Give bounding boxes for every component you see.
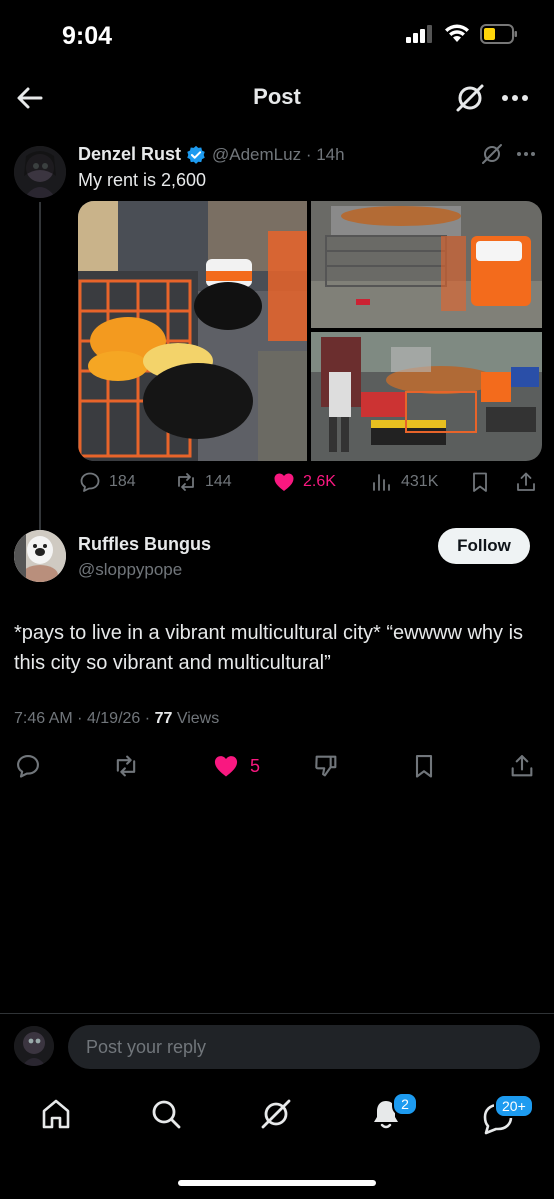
- media-image-3[interactable]: [311, 332, 542, 461]
- battery-icon: [480, 24, 517, 44]
- home-indicator: [178, 1180, 376, 1186]
- parent-grok-icon[interactable]: [480, 142, 504, 166]
- reply-icon: [80, 472, 100, 492]
- heart-filled-icon: [214, 756, 238, 777]
- heart-filled-icon: [274, 473, 294, 491]
- parent-reply-button[interactable]: 184: [78, 470, 136, 494]
- media-grid: [78, 201, 542, 461]
- reply-input[interactable]: [68, 1025, 540, 1069]
- post-time: 7:46 AM: [14, 710, 73, 727]
- parent-handle-text: @AdemLuz: [212, 145, 302, 164]
- main-author-name[interactable]: Ruffles Bungus: [78, 534, 211, 555]
- share-icon: [511, 755, 533, 777]
- post-metadata: 7:46 AM · 4/19/26 · 77 Views: [14, 710, 219, 728]
- parent-timestamp: 14h: [316, 145, 345, 164]
- home-icon[interactable]: [38, 1096, 74, 1132]
- parent-post[interactable]: Denzel Rust @AdemLuz · 14h My rent is 2,…: [0, 140, 554, 564]
- main-author-avatar[interactable]: [14, 530, 66, 582]
- media-image-2[interactable]: [311, 201, 542, 328]
- current-user-avatar: [14, 1026, 54, 1066]
- repost-button[interactable]: [112, 752, 140, 780]
- bookmark-icon: [473, 472, 487, 492]
- grok-icon[interactable]: [258, 1096, 294, 1132]
- reply-divider: [0, 1013, 554, 1014]
- parent-post-text: My rent is 2,600: [78, 170, 207, 190]
- wifi-icon: [445, 24, 469, 42]
- bookmark-icon: [415, 755, 433, 778]
- main-action-bar: 5: [0, 752, 554, 786]
- parent-action-bar: 184 144 2.6K 431K: [78, 470, 544, 498]
- main-post-text: *pays to live in a vibrant multicultural…: [14, 622, 524, 674]
- avatar-image: [14, 146, 66, 198]
- thread-connector: [39, 202, 41, 564]
- parent-separator: ·: [305, 145, 312, 164]
- main-author-handle: @sloppypope: [78, 560, 183, 579]
- downvote-button[interactable]: [312, 752, 340, 780]
- parent-reply-count: 184: [109, 473, 136, 490]
- views-chart-icon: [373, 474, 390, 491]
- meta-separator: ·: [77, 710, 83, 727]
- status-icons: [406, 24, 518, 44]
- reply-icon: [17, 755, 39, 778]
- bottom-nav: 2 20+: [0, 1090, 554, 1150]
- top-header: Post: [0, 70, 554, 126]
- parent-author-name[interactable]: Denzel Rust: [78, 144, 181, 165]
- parent-bookmark-button[interactable]: [468, 470, 492, 494]
- like-button[interactable]: 5: [212, 752, 260, 780]
- parent-author-avatar[interactable]: [14, 146, 66, 198]
- share-icon: [517, 472, 535, 491]
- parent-author-handle: @AdemLuz · 14h: [212, 145, 345, 165]
- parent-repost-count: 144: [205, 473, 232, 490]
- signal-icon: [406, 25, 432, 43]
- like-count: 5: [250, 755, 261, 776]
- thumbs-down-icon: [315, 755, 337, 777]
- repost-icon: [178, 473, 194, 491]
- more-options-icon[interactable]: [500, 84, 530, 112]
- media-image-1[interactable]: [78, 201, 307, 461]
- bookmark-button[interactable]: [410, 752, 438, 780]
- views-count: 77: [154, 710, 173, 727]
- parent-view-count: 431K: [401, 473, 439, 490]
- search-icon[interactable]: [148, 1096, 184, 1132]
- views-label: Views: [176, 710, 220, 727]
- meta-separator: ·: [144, 710, 151, 727]
- messages-badge: 20+: [494, 1094, 534, 1118]
- status-bar: 9:04: [0, 0, 554, 70]
- status-time: 9:04: [62, 22, 113, 50]
- follow-button[interactable]: Follow: [438, 528, 530, 564]
- reply-button[interactable]: [14, 752, 42, 780]
- grok-icon[interactable]: [454, 82, 486, 114]
- verified-badge-icon: [187, 145, 205, 164]
- repost-icon: [116, 755, 136, 777]
- share-button[interactable]: [508, 752, 536, 780]
- parent-views-button[interactable]: 431K: [370, 470, 438, 494]
- parent-share-button[interactable]: [514, 470, 538, 494]
- parent-repost-button[interactable]: 144: [174, 470, 232, 494]
- avatar-image: [14, 1026, 54, 1066]
- post-date: 4/19/26: [86, 710, 141, 727]
- notifications-badge: 2: [392, 1092, 418, 1116]
- parent-like-button[interactable]: 2.6K: [272, 470, 336, 494]
- parent-more-icon[interactable]: [514, 142, 538, 166]
- avatar-image: [14, 530, 66, 582]
- parent-like-count: 2.6K: [303, 473, 336, 490]
